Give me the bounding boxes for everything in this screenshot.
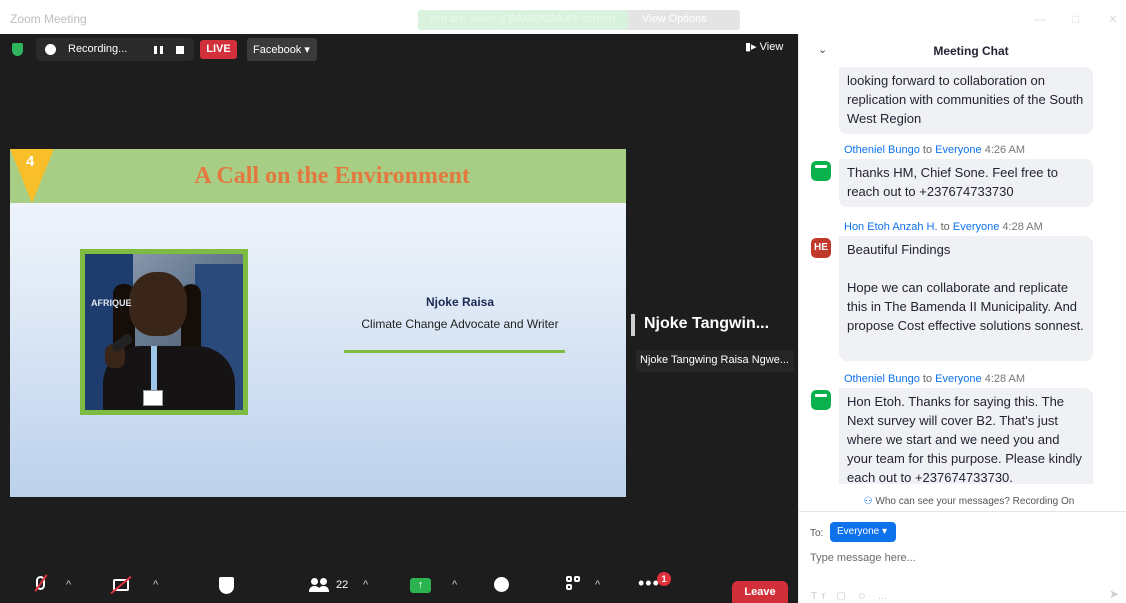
apps-options-caret[interactable]: ^ [595,579,600,591]
meeting-top-bar: Recording... LIVE Facebook ▾ ▮▸ View [0,34,798,66]
chat-message: Thanks HM, Chief Sone. Feel free to reac… [839,159,1093,207]
chat-to-word: to [940,221,950,233]
recipient-label: To: [810,528,824,539]
chat-timestamp: 4:28 AM [984,373,1026,385]
more-notification-badge: 1 [657,572,671,586]
meeting-view: Recording... LIVE Facebook ▾ ▮▸ View 4 A… [0,34,798,603]
chat-message-list[interactable]: looking forward to collaboration on repl… [799,64,1126,484]
shared-slide: 4 A Call on the Environment AFRIQUE Njok… [10,149,626,497]
speaker-photo-frame: AFRIQUE [80,249,248,415]
view-button[interactable]: ▮▸ View [745,40,783,53]
chat-recipient: Everyone [935,373,982,385]
participants-count: 22 [336,579,349,591]
chat-message-header: Otheniel Bungo to Everyone 4:26 AM [844,144,1025,156]
screen-share-banner-text: You are viewing BAMENDA II's screen [428,13,615,25]
chat-sender-name[interactable]: Otheniel Bungo [844,144,920,156]
active-speaker-label: Njoke Tangwin... [631,314,791,336]
chat-recipient: Everyone [952,221,1000,233]
chat-message-text: Hope we can collaborate and replicate th… [847,280,1084,333]
slide-title: A Call on the Environment [194,163,470,189]
window-title: Zoom Meeting [10,12,87,26]
chat-message-header: Otheniel Bungo to Everyone 4:28 AM [844,373,1025,385]
format-toolbar-icons[interactable]: Tт ▢ ☺ … [811,591,892,602]
chat-message-input[interactable] [810,548,1110,568]
chat-to-word: to [922,373,933,385]
recording-controls: Recording... [36,38,194,61]
speaker-indicator-bar [631,314,635,336]
chat-recipient: Everyone [935,144,982,156]
sender-avatar [811,161,831,181]
stop-recording-icon[interactable] [176,46,184,54]
chat-visibility-note[interactable]: ⚇ Who can see your messages? Recording O… [799,496,1126,507]
share-screen-icon[interactable]: ↑ [410,578,431,593]
view-label: View [759,41,784,53]
send-icon[interactable]: ➤ [1109,587,1119,601]
livestream-target-select[interactable]: Facebook ▾ [247,38,317,61]
active-speaker-name: Njoke Tangwin... [644,315,770,332]
meeting-chat-panel: ⌄ Meeting Chat looking forward to collab… [798,34,1126,603]
chat-message-text: Thanks HM, Chief Sone. Feel free to reac… [847,165,1058,199]
photo-backdrop-text: AFRIQUE [91,298,132,308]
chat-message-header: Hon Etoh Anzah H. to Everyone 4:28 AM [844,221,1043,233]
chat-sender-name[interactable]: Otheniel Bungo [844,373,920,385]
audio-options-caret[interactable]: ^ [66,579,71,591]
user-visibility-icon: ⚇ [863,496,873,507]
chat-message-text: Hon Etoh. Thanks for saying this. The Ne… [847,394,1082,484]
recipient-select[interactable]: Everyone ▾ [830,522,896,542]
participants-icon[interactable] [309,578,333,592]
participants-options-caret[interactable]: ^ [363,579,368,591]
meeting-toolbar: ^ ^ 22 ^ ↑ ^ ^ ••• 1 Leave [0,570,798,603]
chat-timestamp: 4:28 AM [1002,221,1043,233]
live-badge: LIVE [200,40,237,59]
chat-timestamp: 4:26 AM [984,144,1026,156]
security-shield-icon[interactable] [12,43,23,56]
speaker-role: Climate Change Advocate and Writer [361,317,559,331]
pause-recording-icon[interactable] [154,46,163,54]
sender-avatar: HE [811,238,831,258]
speaker-name: Njoke Raisa [425,295,495,309]
slide-divider [344,350,565,353]
chat-to-word: to [922,144,933,156]
chat-message: Hon Etoh. Thanks for saying this. The Ne… [839,388,1093,484]
screen-share-banner: You are viewing BAMENDA II's screen View… [418,10,740,30]
recording-label: Recording... [68,43,128,55]
chat-title: Meeting Chat [933,44,1009,58]
chat-message-text: Beautiful Findings [847,242,951,257]
window-title-bar: Zoom Meeting You are viewing BAMENDA II'… [0,0,1126,34]
security-icon[interactable] [219,577,234,594]
chat-divider [799,511,1126,512]
chat-message-text: looking forward to collaboration on repl… [847,73,1084,126]
participant-name-tag: Njoke Tangwing Raisa Ngwe... [636,350,794,372]
reactions-icon[interactable] [494,577,509,592]
close-button[interactable]: ✕ [1108,12,1118,26]
cloud-record-icon [45,44,56,55]
share-options-caret[interactable]: ^ [452,579,457,591]
speaker-photo: AFRIQUE [85,254,243,410]
leave-button[interactable]: Leave [732,581,788,603]
chat-message: Beautiful Findings Hope we can collabora… [839,236,1093,361]
video-options-caret[interactable]: ^ [153,579,158,591]
chat-visibility-text: Who can see your messages? Recording On [875,496,1075,507]
view-options-button[interactable]: View Options [628,10,740,30]
minimize-button[interactable]: — [1034,12,1046,26]
chat-header: ⌄ Meeting Chat [799,34,1126,64]
maximize-button[interactable]: □ [1072,12,1079,26]
sender-avatar [811,390,831,410]
chat-sender-name[interactable]: Hon Etoh Anzah H. [844,221,938,233]
chat-message: looking forward to collaboration on repl… [839,67,1093,134]
apps-icon[interactable] [566,576,582,592]
